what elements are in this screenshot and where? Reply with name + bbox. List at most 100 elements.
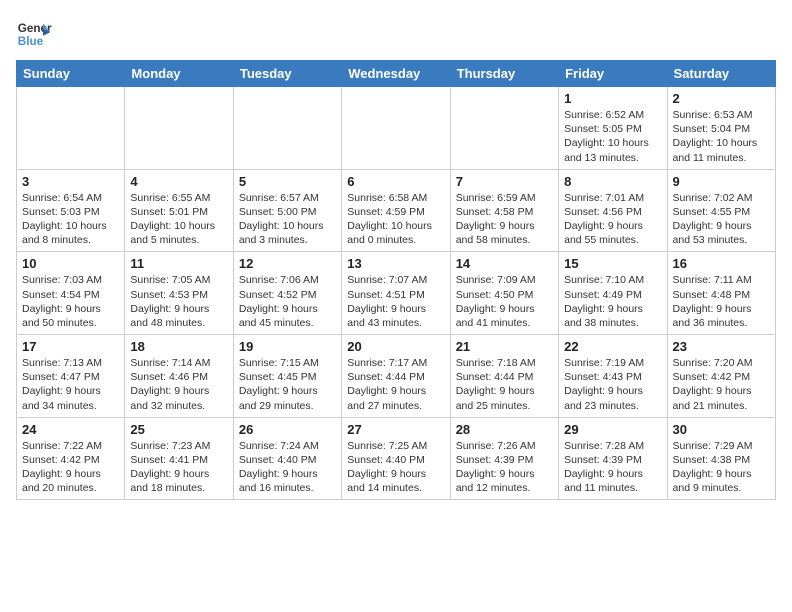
day-number: 20: [347, 339, 444, 354]
calendar-day-cell: 24 Sunrise: 7:22 AM Sunset: 4:42 PM Dayli…: [17, 417, 125, 500]
day-number: 23: [673, 339, 770, 354]
day-number: 18: [130, 339, 227, 354]
day-info: Sunrise: 7:07 AM Sunset: 4:51 PM Dayligh…: [347, 273, 444, 330]
day-info: Sunrise: 7:29 AM Sunset: 4:38 PM Dayligh…: [673, 439, 770, 496]
calendar-day-cell: [450, 87, 558, 170]
day-number: 27: [347, 422, 444, 437]
day-info: Sunrise: 7:02 AM Sunset: 4:55 PM Dayligh…: [673, 191, 770, 248]
day-info: Sunrise: 7:09 AM Sunset: 4:50 PM Dayligh…: [456, 273, 553, 330]
calendar-day-cell: 9 Sunrise: 7:02 AM Sunset: 4:55 PM Daylig…: [667, 169, 775, 252]
day-number: 16: [673, 256, 770, 271]
day-info: Sunrise: 6:54 AM Sunset: 5:03 PM Dayligh…: [22, 191, 119, 248]
calendar-day-cell: 4 Sunrise: 6:55 AM Sunset: 5:01 PM Daylig…: [125, 169, 233, 252]
weekday-header: Thursday: [450, 61, 558, 87]
calendar-day-cell: 6 Sunrise: 6:58 AM Sunset: 4:59 PM Daylig…: [342, 169, 450, 252]
calendar-day-cell: 1 Sunrise: 6:52 AM Sunset: 5:05 PM Daylig…: [559, 87, 667, 170]
calendar-day-cell: 20 Sunrise: 7:17 AM Sunset: 4:44 PM Dayli…: [342, 335, 450, 418]
calendar-day-cell: [342, 87, 450, 170]
day-number: 19: [239, 339, 336, 354]
calendar-week-row: 3 Sunrise: 6:54 AM Sunset: 5:03 PM Daylig…: [17, 169, 776, 252]
day-info: Sunrise: 7:03 AM Sunset: 4:54 PM Dayligh…: [22, 273, 119, 330]
day-number: 12: [239, 256, 336, 271]
logo-icon: General Blue: [16, 16, 52, 52]
day-info: Sunrise: 7:22 AM Sunset: 4:42 PM Dayligh…: [22, 439, 119, 496]
day-info: Sunrise: 7:28 AM Sunset: 4:39 PM Dayligh…: [564, 439, 661, 496]
calendar-day-cell: 18Sunrise: 7:14 AM Sunset: 4:46 PM Dayli…: [125, 335, 233, 418]
day-info: Sunrise: 7:06 AM Sunset: 4:52 PM Dayligh…: [239, 273, 336, 330]
calendar-day-cell: 13 Sunrise: 7:07 AM Sunset: 4:51 PM Dayli…: [342, 252, 450, 335]
calendar-day-cell: 8Sunrise: 7:01 AM Sunset: 4:56 PM Daylig…: [559, 169, 667, 252]
day-info: Sunrise: 6:52 AM Sunset: 5:05 PM Dayligh…: [564, 108, 661, 165]
day-number: 2: [673, 91, 770, 106]
day-info: Sunrise: 7:24 AM Sunset: 4:40 PM Dayligh…: [239, 439, 336, 496]
day-number: 1: [564, 91, 661, 106]
calendar-day-cell: 11Sunrise: 7:05 AM Sunset: 4:53 PM Dayli…: [125, 252, 233, 335]
day-number: 4: [130, 174, 227, 189]
calendar-day-cell: 17 Sunrise: 7:13 AM Sunset: 4:47 PM Dayli…: [17, 335, 125, 418]
calendar-week-row: 10 Sunrise: 7:03 AM Sunset: 4:54 PM Dayli…: [17, 252, 776, 335]
day-number: 26: [239, 422, 336, 437]
calendar-table: SundayMondayTuesdayWednesdayThursdayFrid…: [16, 60, 776, 500]
weekday-header: Saturday: [667, 61, 775, 87]
calendar-day-cell: 25 Sunrise: 7:23 AM Sunset: 4:41 PM Dayli…: [125, 417, 233, 500]
day-info: Sunrise: 6:57 AM Sunset: 5:00 PM Dayligh…: [239, 191, 336, 248]
day-info: Sunrise: 7:10 AM Sunset: 4:49 PM Dayligh…: [564, 273, 661, 330]
day-number: 6: [347, 174, 444, 189]
day-info: Sunrise: 7:25 AM Sunset: 4:40 PM Dayligh…: [347, 439, 444, 496]
calendar-day-cell: 3 Sunrise: 6:54 AM Sunset: 5:03 PM Daylig…: [17, 169, 125, 252]
weekday-header: Sunday: [17, 61, 125, 87]
day-info: Sunrise: 6:58 AM Sunset: 4:59 PM Dayligh…: [347, 191, 444, 248]
day-info: Sunrise: 6:55 AM Sunset: 5:01 PM Dayligh…: [130, 191, 227, 248]
day-number: 30: [673, 422, 770, 437]
day-info: Sunrise: 7:17 AM Sunset: 4:44 PM Dayligh…: [347, 356, 444, 413]
day-info: Sunrise: 6:53 AM Sunset: 5:04 PM Dayligh…: [673, 108, 770, 165]
day-info: Sunrise: 7:23 AM Sunset: 4:41 PM Dayligh…: [130, 439, 227, 496]
calendar-day-cell: 19 Sunrise: 7:15 AM Sunset: 4:45 PM Dayli…: [233, 335, 341, 418]
day-number: 24: [22, 422, 119, 437]
svg-text:Blue: Blue: [18, 35, 44, 48]
day-number: 7: [456, 174, 553, 189]
calendar-day-cell: 5 Sunrise: 6:57 AM Sunset: 5:00 PM Daylig…: [233, 169, 341, 252]
calendar-day-cell: 7 Sunrise: 6:59 AM Sunset: 4:58 PM Daylig…: [450, 169, 558, 252]
day-info: Sunrise: 7:01 AM Sunset: 4:56 PM Dayligh…: [564, 191, 661, 248]
weekday-header: Tuesday: [233, 61, 341, 87]
day-number: 15: [564, 256, 661, 271]
calendar-day-cell: 14 Sunrise: 7:09 AM Sunset: 4:50 PM Dayli…: [450, 252, 558, 335]
calendar-day-cell: 26 Sunrise: 7:24 AM Sunset: 4:40 PM Dayli…: [233, 417, 341, 500]
calendar-day-cell: [125, 87, 233, 170]
calendar-day-cell: 27 Sunrise: 7:25 AM Sunset: 4:40 PM Dayli…: [342, 417, 450, 500]
calendar-week-row: 17 Sunrise: 7:13 AM Sunset: 4:47 PM Dayli…: [17, 335, 776, 418]
day-number: 22: [564, 339, 661, 354]
calendar-day-cell: 23 Sunrise: 7:20 AM Sunset: 4:42 PM Dayli…: [667, 335, 775, 418]
day-number: 10: [22, 256, 119, 271]
day-info: Sunrise: 7:20 AM Sunset: 4:42 PM Dayligh…: [673, 356, 770, 413]
calendar-day-cell: 16 Sunrise: 7:11 AM Sunset: 4:48 PM Dayli…: [667, 252, 775, 335]
logo: General Blue: [16, 16, 52, 52]
day-number: 3: [22, 174, 119, 189]
day-number: 5: [239, 174, 336, 189]
calendar-day-cell: 28 Sunrise: 7:26 AM Sunset: 4:39 PM Dayli…: [450, 417, 558, 500]
weekday-header: Wednesday: [342, 61, 450, 87]
day-info: Sunrise: 7:11 AM Sunset: 4:48 PM Dayligh…: [673, 273, 770, 330]
calendar-day-cell: [233, 87, 341, 170]
calendar-day-cell: 15 Sunrise: 7:10 AM Sunset: 4:49 PM Dayli…: [559, 252, 667, 335]
weekday-header: Monday: [125, 61, 233, 87]
day-number: 11: [130, 256, 227, 271]
day-info: Sunrise: 6:59 AM Sunset: 4:58 PM Dayligh…: [456, 191, 553, 248]
day-number: 17: [22, 339, 119, 354]
day-info: Sunrise: 7:26 AM Sunset: 4:39 PM Dayligh…: [456, 439, 553, 496]
day-number: 21: [456, 339, 553, 354]
day-number: 9: [673, 174, 770, 189]
day-number: 13: [347, 256, 444, 271]
day-info: Sunrise: 7:13 AM Sunset: 4:47 PM Dayligh…: [22, 356, 119, 413]
day-number: 28: [456, 422, 553, 437]
day-info: Sunrise: 7:19 AM Sunset: 4:43 PM Dayligh…: [564, 356, 661, 413]
day-info: Sunrise: 7:15 AM Sunset: 4:45 PM Dayligh…: [239, 356, 336, 413]
calendar-day-cell: 12 Sunrise: 7:06 AM Sunset: 4:52 PM Dayli…: [233, 252, 341, 335]
weekday-header: Friday: [559, 61, 667, 87]
day-number: 29: [564, 422, 661, 437]
page-header: General Blue: [16, 16, 776, 52]
calendar-day-cell: [17, 87, 125, 170]
day-number: 14: [456, 256, 553, 271]
day-number: 25: [130, 422, 227, 437]
